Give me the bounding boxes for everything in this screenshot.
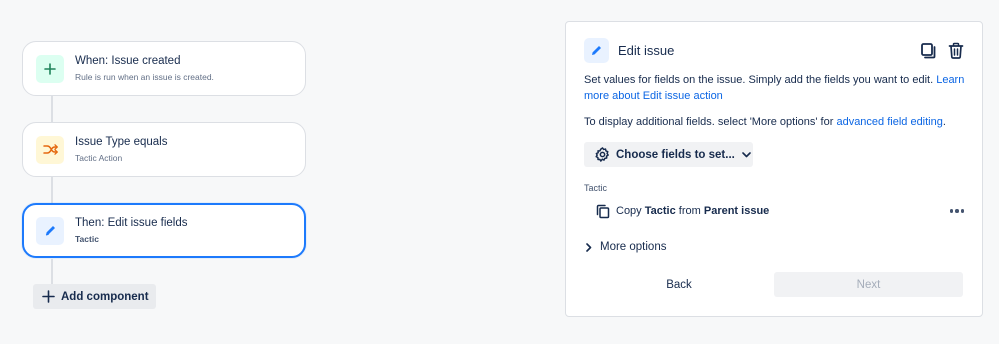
panel-title: Edit issue <box>618 42 675 58</box>
chevron-down-icon <box>742 151 751 158</box>
panel-description: Set values for fields on the issue. Simp… <box>584 73 969 104</box>
condition-subtitle: Tactic Action <box>75 153 123 163</box>
trigger-subtitle: Rule is run when an issue is created. <box>75 72 214 82</box>
more-options-toggle[interactable]: More options <box>586 241 666 253</box>
flow-connector-2 <box>51 177 53 203</box>
add-component-button[interactable]: Add component <box>33 284 156 309</box>
condition-title: Issue Type equals <box>75 136 168 148</box>
action-subtitle: Tactic <box>75 234 99 244</box>
panel-header: Edit issue <box>584 36 966 64</box>
field-row-tactic: Copy Tactic from Parent issue <box>596 201 964 221</box>
duplicate-icon[interactable] <box>918 40 938 60</box>
action-title: Then: Edit issue fields <box>75 217 188 229</box>
flow-connector-3 <box>51 259 53 285</box>
more-actions-icon[interactable] <box>949 209 964 213</box>
choose-fields-button[interactable]: Choose fields to set... <box>584 142 753 167</box>
flow-connector-1 <box>51 96 53 122</box>
shuffle-icon <box>36 135 64 164</box>
next-button[interactable]: Next <box>774 272 963 297</box>
plus-icon <box>42 290 55 303</box>
additional-fields-text: To display additional fields. select 'Mo… <box>584 116 946 128</box>
chevron-right-icon <box>586 242 592 252</box>
back-button[interactable]: Back <box>584 272 774 297</box>
copy-icon <box>596 204 610 219</box>
more-options-label: More options <box>600 241 667 253</box>
add-component-label: Add component <box>61 290 149 303</box>
edit-issue-panel: Edit issue Set values for fields on the … <box>565 21 983 317</box>
pencil-icon <box>584 37 609 63</box>
additional-text: To display additional fields. select 'Mo… <box>584 116 834 128</box>
condition-node[interactable]: Issue Type equals Tactic Action <box>22 122 306 177</box>
pencil-icon <box>36 216 64 245</box>
field-source: Parent issue <box>703 205 770 217</box>
action-node[interactable]: Then: Edit issue fields Tactic <box>22 203 306 258</box>
advanced-field-editing-link[interactable]: advanced field editing <box>836 116 942 128</box>
trash-icon[interactable] <box>946 40 966 60</box>
choose-fields-label: Choose fields to set... <box>616 148 735 161</box>
trigger-title: When: Issue created <box>75 55 181 67</box>
field-name: Tactic <box>644 205 676 217</box>
gear-icon <box>595 147 610 162</box>
trigger-node[interactable]: When: Issue created Rule is run when an … <box>22 41 306 96</box>
description-text: Set values for fields on the issue. Simp… <box>584 74 934 86</box>
plus-icon <box>36 54 64 83</box>
from-word: from <box>678 205 701 217</box>
field-label: Tactic <box>584 183 608 193</box>
copy-word: Copy <box>616 205 642 217</box>
